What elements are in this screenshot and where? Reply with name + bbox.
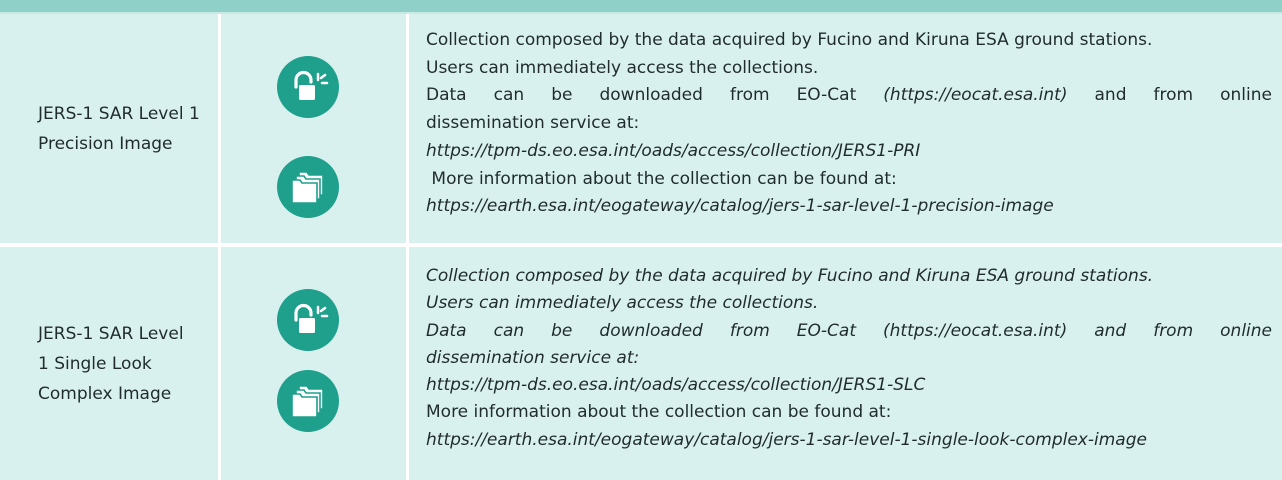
folders-icon — [277, 156, 339, 218]
open-lock-icon — [277, 56, 339, 118]
table-row: JERS-1 SAR Level 1 Precision Image Colle… — [0, 14, 1282, 243]
collection-name: JERS-1 SAR Level 1 Precision Image — [0, 14, 218, 243]
dissemination-link[interactable]: https://tpm-ds.eo.esa.int/oads/access/co… — [426, 372, 1272, 399]
collection-name-line: Precision Image — [38, 133, 173, 154]
collection-name: JERS-1 SAR Level 1 Single Look Complex I… — [0, 247, 218, 480]
description-line: Collection composed by the data acquired… — [426, 30, 1153, 50]
collection-name-line: JERS-1 SAR Level 1 — [38, 103, 200, 124]
collection-name-line: 1 Single Look — [38, 353, 152, 374]
eocat-link[interactable]: (https://eocat.esa.int) — [883, 85, 1067, 105]
catalog-link[interactable]: https://earth.esa.int/eogateway/catalog/… — [426, 193, 1272, 221]
description-line: Collection composed by the data acquired… — [426, 266, 1154, 286]
access-icons — [221, 247, 406, 480]
collection-name-line: JERS-1 SAR Level — [38, 323, 184, 344]
description-line: Data can be downloaded from EO-Cat (http… — [426, 320, 1272, 341]
description-line: dissemination service at: — [426, 347, 640, 368]
access-icons — [221, 14, 406, 243]
collection-description: Collection composed by the data acquired… — [409, 247, 1282, 480]
description-line: More information about the collection ca… — [426, 168, 897, 189]
description-line: Users can immediately access the collect… — [426, 293, 819, 314]
collections-table: JERS-1 SAR Level 1 Precision Image Colle… — [0, 14, 1282, 480]
description-line: More information about the collection ca… — [426, 402, 892, 423]
folders-icon — [277, 370, 339, 432]
table-header-bar — [0, 0, 1282, 14]
collection-name-line: Complex Image — [38, 383, 172, 404]
description-line: dissemination service at: — [426, 113, 640, 134]
description-line: Users can immediately access the collect… — [426, 57, 819, 78]
open-lock-icon — [277, 289, 339, 351]
collection-description: Collection composed by the data acquired… — [409, 14, 1282, 243]
table-row: JERS-1 SAR Level 1 Single Look Complex I… — [0, 247, 1282, 480]
catalog-link[interactable]: https://earth.esa.int/eogateway/catalog/… — [426, 427, 1272, 454]
description-line: Data can be downloaded from EO-Cat (http… — [426, 85, 1272, 106]
dissemination-link[interactable]: https://tpm-ds.eo.esa.int/oads/access/co… — [426, 138, 1272, 166]
